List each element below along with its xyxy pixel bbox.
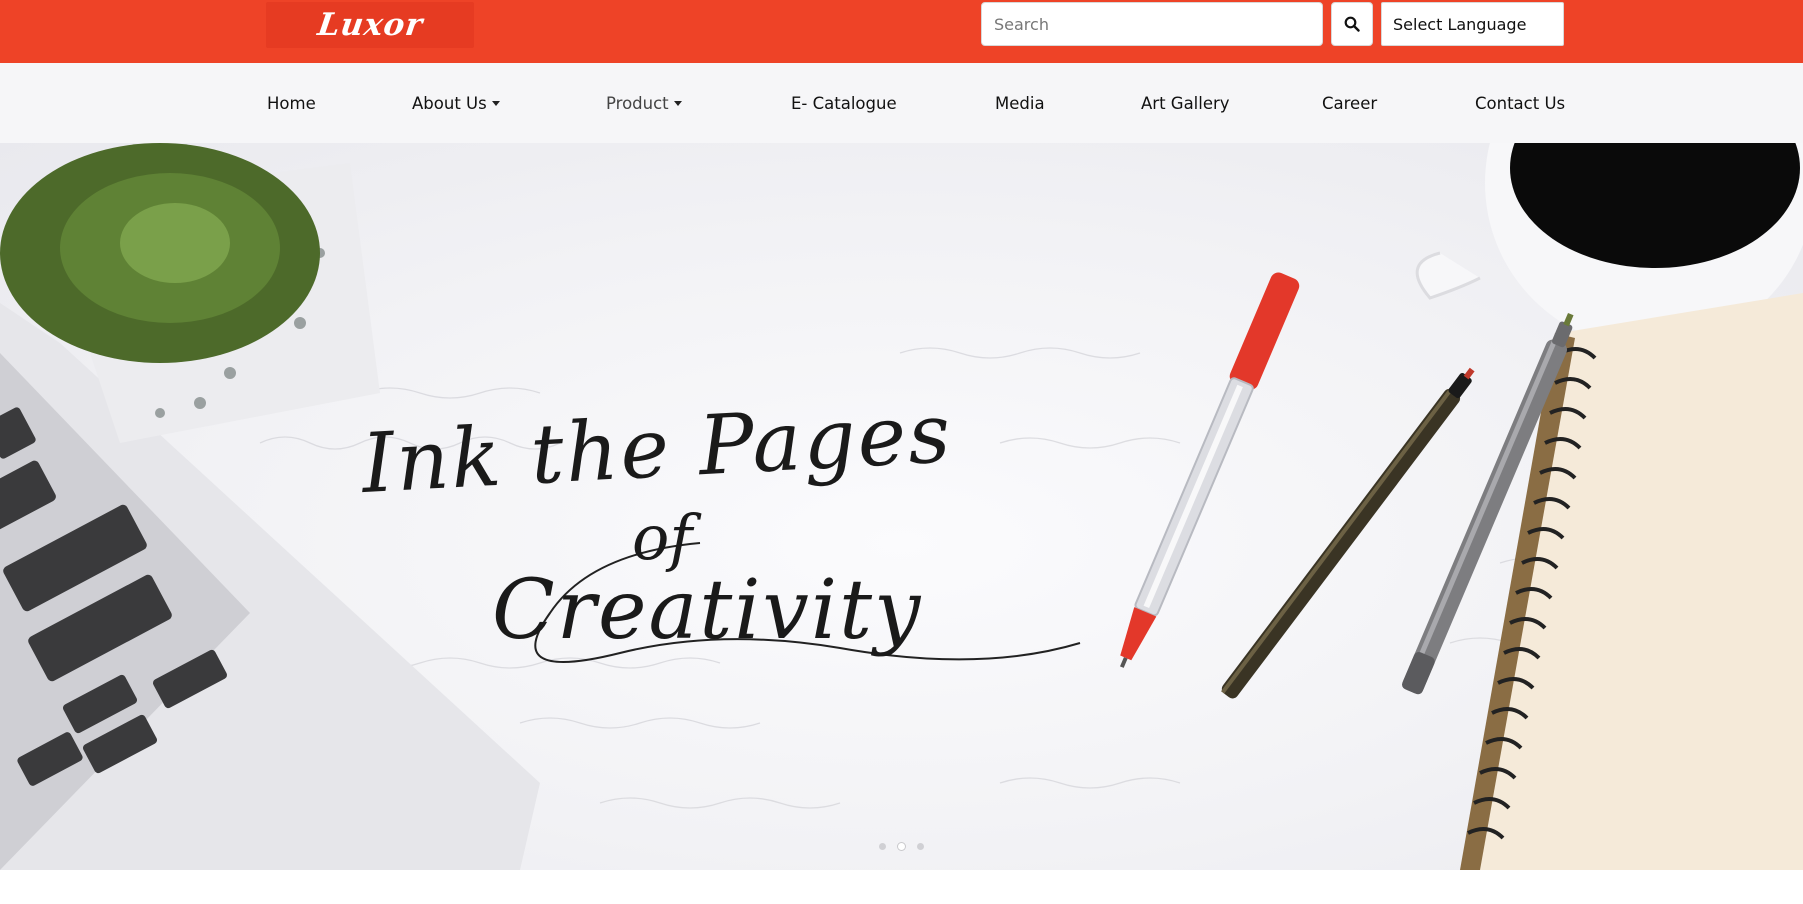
nav-home-label: Home xyxy=(267,93,316,113)
nav-about-us[interactable]: About Us xyxy=(412,63,500,143)
nav-about-label: About Us xyxy=(412,93,487,113)
nav-career[interactable]: Career xyxy=(1322,63,1377,143)
nav-media[interactable]: Media xyxy=(995,63,1045,143)
logo-link[interactable]: Luxor xyxy=(266,2,474,48)
nav-art-gallery[interactable]: Art Gallery xyxy=(1141,63,1230,143)
carousel-indicators xyxy=(0,843,1803,857)
nav-catalogue-label: E- Catalogue xyxy=(791,93,897,113)
caret-down-icon xyxy=(673,100,682,106)
search-icon xyxy=(1344,16,1360,32)
nav-product-label: Product xyxy=(606,93,669,113)
nav-media-label: Media xyxy=(995,93,1045,113)
hero-banner[interactable]: Ink the Pages of Creativity xyxy=(0,143,1803,870)
carousel-dot-1[interactable] xyxy=(879,843,886,850)
nav-contact-label: Contact Us xyxy=(1475,93,1566,113)
nav-e-catalogue[interactable]: E- Catalogue xyxy=(791,63,897,143)
top-bar: Luxor Select Language xyxy=(0,0,1803,63)
caret-down-icon xyxy=(491,100,500,106)
language-select[interactable]: Select Language xyxy=(1381,2,1564,46)
nav-home[interactable]: Home xyxy=(267,63,316,143)
search-button[interactable] xyxy=(1331,2,1373,46)
carousel-dot-2[interactable] xyxy=(898,843,905,850)
nav-contact-us[interactable]: Contact Us xyxy=(1475,63,1565,143)
nav-product[interactable]: Product xyxy=(606,63,682,143)
nav-career-label: Career xyxy=(1322,93,1378,113)
nav-gallery-label: Art Gallery xyxy=(1141,93,1230,113)
hero-illustration xyxy=(0,143,1803,870)
main-nav: Home About Us Product E- Catalogue Media… xyxy=(0,63,1803,143)
search-input[interactable] xyxy=(981,2,1323,46)
carousel-dot-3[interactable] xyxy=(917,843,924,850)
brand-logo: Luxor xyxy=(315,7,425,43)
